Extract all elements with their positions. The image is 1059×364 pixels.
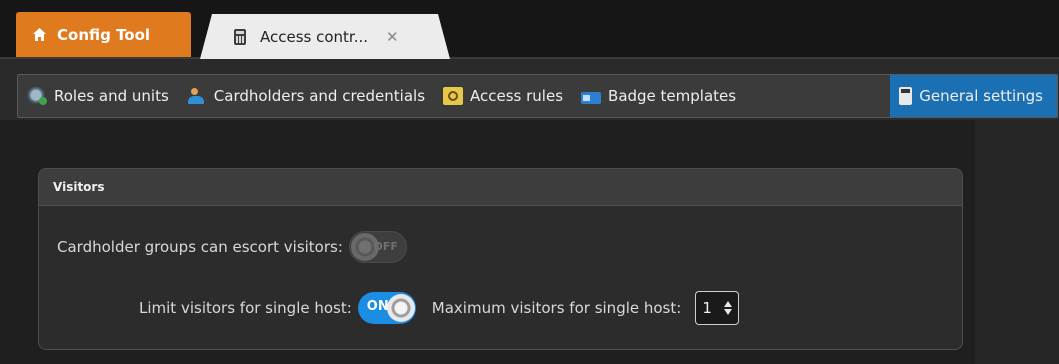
right-pane <box>975 120 1059 364</box>
roles-units-icon <box>27 87 47 105</box>
tab-access-control[interactable]: Access contr... ✕ <box>200 14 450 59</box>
chevron-up-icon[interactable] <box>724 301 733 307</box>
visitors-panel-title: Visitors <box>39 169 962 206</box>
top-tab-bar: Config Tool Access contr... ✕ <box>0 0 1059 59</box>
escort-visitors-label: Cardholder groups can escort visitors: <box>57 238 343 256</box>
task-toolbar: Roles and units Cardholders and credenti… <box>17 74 1058 118</box>
task-roles-and-units[interactable]: Roles and units <box>18 75 178 117</box>
task-label: Cardholders and credentials <box>213 87 426 105</box>
calculator-icon <box>234 28 246 45</box>
escort-visitors-toggle[interactable]: OFF <box>348 231 407 263</box>
limit-visitors-toggle[interactable]: ON <box>357 292 416 324</box>
limit-visitors-row: Limit visitors for single host: ON Maxim… <box>139 291 740 325</box>
close-icon[interactable]: ✕ <box>386 28 399 46</box>
task-label: Badge templates <box>608 87 737 105</box>
toggle-state-label: ON <box>366 299 389 314</box>
calculator-icon <box>899 87 913 105</box>
task-badge-templates[interactable]: Badge templates <box>572 75 745 117</box>
task-cardholders-and-credentials[interactable]: Cardholders and credentials <box>178 75 434 117</box>
task-label: Roles and units <box>54 87 169 105</box>
escort-visitors-row: Cardholder groups can escort visitors: O… <box>57 231 407 263</box>
chevron-down-icon[interactable] <box>724 309 733 315</box>
max-visitors-stepper[interactable]: 1 <box>695 291 740 325</box>
badge-icon <box>581 91 602 104</box>
tab-config-tool-home[interactable]: Config Tool <box>16 12 191 57</box>
tab-access-control-label: Access contr... <box>260 27 369 46</box>
task-access-rules[interactable]: Access rules <box>434 75 572 117</box>
task-label: Access rules <box>470 87 564 105</box>
visitors-panel: Visitors Cardholder groups can escort vi… <box>38 168 963 350</box>
max-visitors-value: 1 <box>702 299 712 317</box>
limit-visitors-label: Limit visitors for single host: <box>139 299 352 317</box>
task-general-settings[interactable]: General settings <box>890 75 1057 117</box>
toggle-state-label: OFF <box>373 240 398 253</box>
toggle-knob <box>386 294 415 322</box>
tab-config-tool-label: Config Tool <box>57 25 151 44</box>
stepper-arrows-icon[interactable] <box>724 301 733 315</box>
max-visitors-label: Maximum visitors for single host: <box>431 299 682 317</box>
home-icon <box>33 28 46 41</box>
cardholder-icon <box>187 87 207 105</box>
access-rules-icon <box>443 87 464 105</box>
task-label: General settings <box>919 87 1043 105</box>
